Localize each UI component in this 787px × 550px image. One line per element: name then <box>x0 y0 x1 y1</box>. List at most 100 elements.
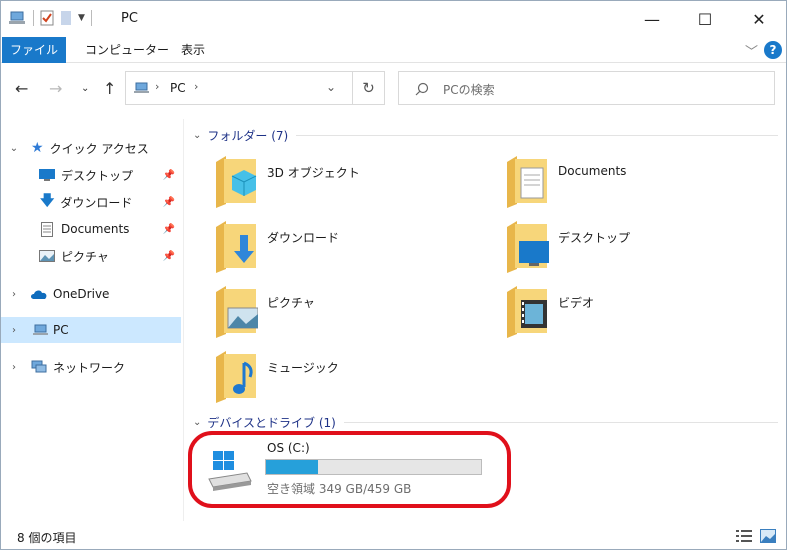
folder-label: 3D オブジェクト <box>267 166 360 180</box>
forward-button[interactable]: → <box>49 79 62 98</box>
network-icon <box>31 360 47 373</box>
sidebar-item-pictures[interactable]: ピクチャ 📌 <box>1 243 181 269</box>
navigation-pane: ⌄ ★ クイック アクセス デスクトップ 📌 🡇 ダウンロード 📌 Docume… <box>1 119 183 521</box>
title-bar: ▼ PC — ☐ ✕ <box>1 1 786 37</box>
sidebar-item-quick-access[interactable]: ⌄ ★ クイック アクセス <box>1 135 181 161</box>
toolbar-divider <box>33 10 34 26</box>
cloud-icon <box>31 290 47 299</box>
group-title: フォルダー (7) <box>207 128 289 143</box>
collapsed-chevron-icon[interactable]: › <box>7 362 21 373</box>
pin-icon: 📌 <box>162 169 175 181</box>
window-title: PC <box>121 11 138 26</box>
folder-label: ミュージック <box>267 361 339 375</box>
search-box[interactable]: PCの検索 <box>398 71 775 105</box>
collapsed-chevron-icon[interactable]: › <box>7 325 21 336</box>
collapsed-chevron-icon[interactable]: › <box>7 289 21 300</box>
documents-icon <box>41 221 53 237</box>
sidebar-item-label: デスクトップ <box>61 168 134 183</box>
sidebar-item-label: PC <box>53 323 69 337</box>
sidebar-item-onedrive[interactable]: › OneDrive <box>1 281 181 307</box>
view-switcher <box>736 529 776 543</box>
group-header-folders[interactable]: ⌄ フォルダー (7) <box>193 126 778 144</box>
desktop-icon <box>39 169 55 181</box>
pictures-icon <box>39 250 55 262</box>
videos-folder-icon <box>507 286 547 338</box>
folder-label: ピクチャ <box>267 296 315 310</box>
recent-locations-button[interactable]: ⌄ <box>81 83 89 94</box>
sidebar-item-label: ダウンロード <box>60 195 133 210</box>
up-button[interactable]: ↑ <box>103 79 116 98</box>
address-dropdown-icon[interactable]: ⌄ <box>326 80 336 94</box>
minimize-button[interactable]: — <box>627 1 677 37</box>
pc-icon <box>33 324 48 335</box>
music-folder-icon <box>216 351 256 403</box>
close-button[interactable]: ✕ <box>734 1 784 37</box>
pictures-folder-icon <box>216 286 258 338</box>
highlight-annotation <box>188 431 511 508</box>
back-button[interactable]: ← <box>15 79 28 98</box>
group-title: デバイスとドライブ (1) <box>207 415 336 430</box>
breadcrumb-pc[interactable]: PC <box>170 81 186 95</box>
new-folder-icon[interactable] <box>60 10 72 26</box>
address-bar[interactable]: › PC › ⌄ <box>125 71 385 105</box>
folder-tile-videos[interactable]: ビデオ <box>505 286 755 348</box>
maximize-button[interactable]: ☐ <box>680 1 730 37</box>
pin-icon: 📌 <box>162 196 175 208</box>
customize-qat-icon[interactable]: ▼ <box>78 13 85 23</box>
status-bar: 8 個の項目 <box>1 523 786 549</box>
sidebar-item-desktop[interactable]: デスクトップ 📌 <box>1 162 181 188</box>
group-divider <box>343 421 778 423</box>
help-button[interactable]: ? <box>764 41 782 59</box>
explorer-window: ▼ PC — ☐ ✕ ファイル コンピューター 表示 ﹀ ? ← → ⌄ ↑ ›… <box>0 0 787 550</box>
sidebar-item-pc[interactable]: › PC <box>1 317 181 343</box>
expanded-chevron-icon[interactable]: ⌄ <box>7 143 21 154</box>
star-icon: ★ <box>31 140 44 156</box>
item-count: 8 個の項目 <box>17 531 77 545</box>
folder-tile-pictures[interactable]: ピクチャ <box>214 286 464 348</box>
details-view-icon[interactable] <box>736 529 752 543</box>
3d-objects-folder-icon <box>216 156 257 208</box>
desktop-folder-icon <box>507 221 549 273</box>
tab-view[interactable]: 表示 <box>169 37 217 63</box>
properties-icon[interactable] <box>40 10 54 26</box>
ribbon-tabs: ファイル コンピューター 表示 ﹀ ? <box>1 37 786 63</box>
downloads-folder-icon <box>216 221 256 273</box>
folder-tile-3d-objects[interactable]: 3D オブジェクト <box>214 156 464 218</box>
folder-label: ビデオ <box>558 296 595 310</box>
folder-label: Documents <box>558 164 627 178</box>
quick-access-toolbar: ▼ <box>9 10 92 26</box>
group-divider <box>296 134 778 136</box>
pane-divider[interactable] <box>183 119 184 521</box>
expand-ribbon-icon[interactable]: ﹀ <box>745 41 758 60</box>
download-icon: 🡇 <box>40 193 55 209</box>
folder-tile-downloads[interactable]: ダウンロード <box>214 221 464 283</box>
group-collapse-icon[interactable]: ⌄ <box>193 417 201 428</box>
sidebar-item-label: OneDrive <box>53 287 110 301</box>
sidebar-item-label: ピクチャ <box>61 249 109 264</box>
sidebar-item-label: クイック アクセス <box>49 141 149 156</box>
breadcrumb-separator-icon[interactable]: › <box>194 80 198 93</box>
folder-label: ダウンロード <box>267 231 340 245</box>
large-icons-view-icon[interactable] <box>760 529 776 543</box>
folder-tile-desktop[interactable]: デスクトップ <box>505 221 755 283</box>
pin-icon: 📌 <box>162 223 175 235</box>
sidebar-item-network[interactable]: › ネットワーク <box>1 354 181 380</box>
refresh-button[interactable]: ↻ <box>352 71 385 105</box>
folder-tile-music[interactable]: ミュージック <box>214 351 464 413</box>
group-collapse-icon[interactable]: ⌄ <box>193 130 201 141</box>
sidebar-item-downloads[interactable]: 🡇 ダウンロード 📌 <box>1 189 181 215</box>
toolbar-divider <box>90 10 92 26</box>
pc-icon <box>9 11 25 24</box>
tab-file[interactable]: ファイル <box>2 37 66 63</box>
breadcrumb-separator-icon[interactable]: › <box>155 80 159 93</box>
tab-computer[interactable]: コンピューター <box>73 37 181 63</box>
sidebar-item-label: ネットワーク <box>53 360 126 375</box>
group-header-drives[interactable]: ⌄ デバイスとドライブ (1) <box>193 413 778 431</box>
pc-icon <box>134 82 149 93</box>
sidebar-item-label: Documents <box>61 222 130 236</box>
search-input[interactable]: PCの検索 <box>443 81 495 98</box>
folder-label: デスクトップ <box>558 231 631 245</box>
sidebar-item-documents[interactable]: Documents 📌 <box>1 216 181 242</box>
folder-tile-documents[interactable]: Documents <box>505 156 755 218</box>
search-icon <box>415 82 429 96</box>
